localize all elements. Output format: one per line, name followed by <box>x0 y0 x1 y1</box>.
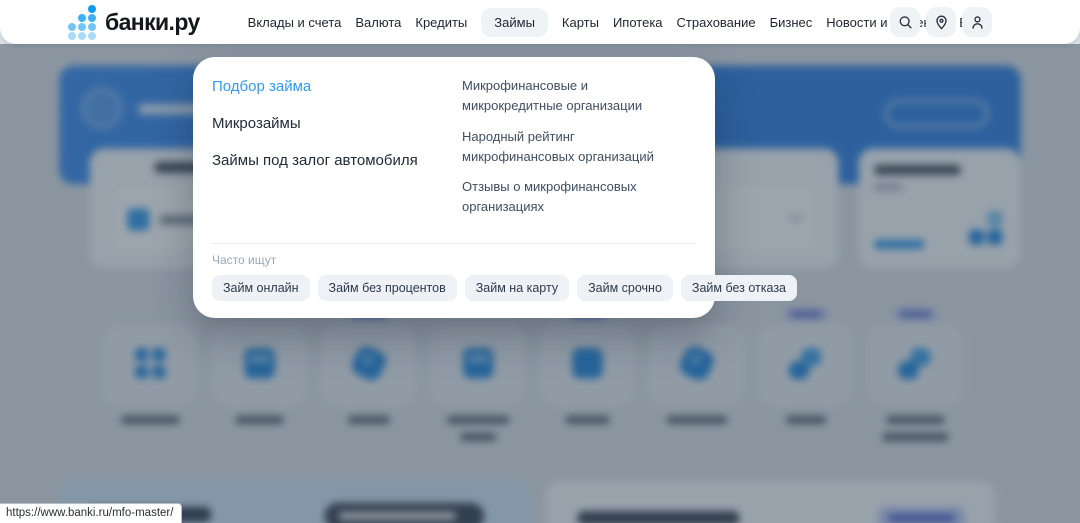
nav-item-credits[interactable]: Кредиты <box>415 8 467 37</box>
banki-ru-logo[interactable]: банки.ру <box>68 5 200 39</box>
logo-text: банки.ру <box>105 9 200 36</box>
link-mfo-reviews[interactable]: Отзывы о микрофинансовых организациях <box>462 177 684 217</box>
nav-item-mortgage[interactable]: Ипотека <box>613 8 663 37</box>
link-mfo-rating[interactable]: Народный рейтинг микрофинансовых организ… <box>462 127 684 167</box>
link-loan-picker[interactable]: Подбор займа <box>212 78 311 95</box>
nav-item-loans[interactable]: Займы <box>481 8 548 37</box>
logo-dots-icon <box>68 5 98 39</box>
nav-item-cards[interactable]: Карты <box>562 8 599 37</box>
dropdown-divider <box>212 243 696 244</box>
tag-loan-no-refusal[interactable]: Займ без отказа <box>681 275 797 301</box>
page: банки.ру Вклады и счета Валюта Кредиты З… <box>0 0 1080 523</box>
browser-status-url: https://www.banki.ru/mfo-master/ <box>0 503 182 523</box>
profile-icon <box>969 14 986 31</box>
nav-item-currency[interactable]: Валюта <box>355 8 401 37</box>
location-button[interactable] <box>926 7 956 37</box>
link-car-collateral[interactable]: Займы под залог автомобиля <box>212 152 418 169</box>
location-icon <box>933 14 950 31</box>
frequent-search-tags: Займ онлайн Займ без процентов Займ на к… <box>212 275 797 301</box>
tag-loan-urgent[interactable]: Займ срочно <box>577 275 673 301</box>
search-icon <box>897 14 914 31</box>
tag-loan-to-card[interactable]: Займ на карту <box>465 275 569 301</box>
loans-dropdown-panel: Подбор займа Микрозаймы Займы под залог … <box>193 57 715 318</box>
nav-item-business[interactable]: Бизнес <box>770 8 813 37</box>
top-navigation-bar: банки.ру Вклады и счета Валюта Кредиты З… <box>0 0 1080 44</box>
tag-loan-no-interest[interactable]: Займ без процентов <box>318 275 457 301</box>
header-action-buttons <box>890 7 992 37</box>
link-microloans[interactable]: Микрозаймы <box>212 115 301 132</box>
tag-loan-online[interactable]: Займ онлайн <box>212 275 310 301</box>
profile-button[interactable] <box>962 7 992 37</box>
main-nav: Вклады и счета Валюта Кредиты Займы Карт… <box>248 8 986 37</box>
search-button[interactable] <box>890 7 920 37</box>
nav-item-insurance[interactable]: Страхование <box>677 8 756 37</box>
link-mfo-organizations[interactable]: Микрофинансовые и микрокредитные организ… <box>462 76 684 116</box>
nav-item-deposits[interactable]: Вклады и счета <box>248 8 342 37</box>
frequent-searches-label: Часто ищут <box>212 253 276 267</box>
